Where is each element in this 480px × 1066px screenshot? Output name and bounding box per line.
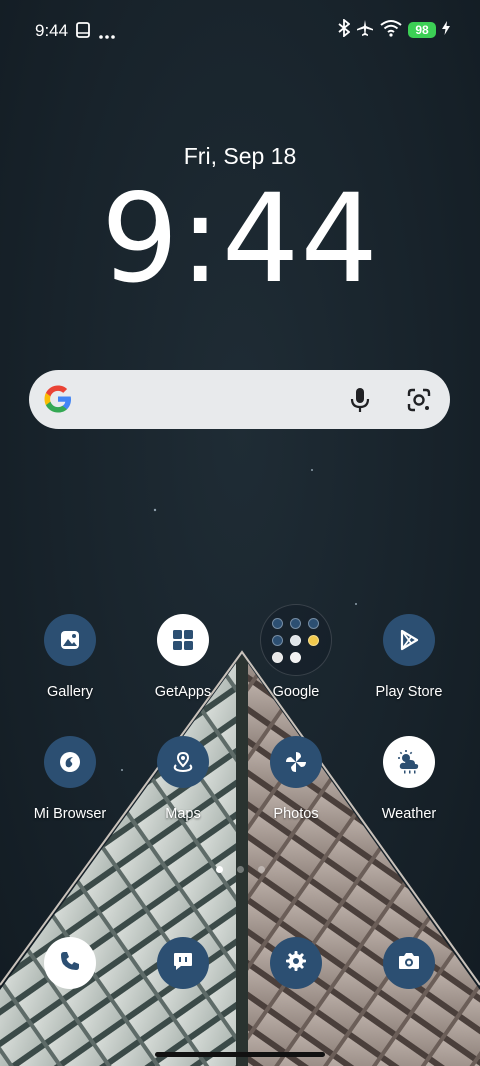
gallery-icon (44, 614, 96, 666)
mini-app-icon (272, 617, 283, 629)
battery-icon: 98 (408, 22, 436, 38)
mini-app-icon (272, 634, 283, 646)
clock-time[interactable]: 9:44 (0, 166, 480, 312)
app-label: Maps (165, 806, 201, 822)
app-label: Photos (273, 806, 319, 822)
app-photos[interactable]: Photos (241, 736, 351, 822)
mic-icon[interactable] (347, 386, 373, 419)
photos-icon (270, 736, 322, 788)
home-indicator[interactable] (155, 1052, 325, 1057)
app-label: Google (272, 684, 320, 700)
folder-icon (260, 604, 332, 676)
airplane-icon (356, 19, 374, 42)
weather-icon (383, 736, 435, 788)
mini-app-icon (290, 651, 301, 663)
phone-icon (59, 950, 81, 977)
mini-app-icon (290, 634, 301, 646)
dock-messages[interactable] (157, 937, 209, 989)
messages-icon (172, 950, 194, 977)
mini-app-icon (272, 651, 283, 663)
getapps-icon (157, 614, 209, 666)
wifi-icon (380, 19, 402, 42)
app-getapps[interactable]: GetApps (128, 614, 238, 700)
app-gallery[interactable]: Gallery (15, 614, 125, 700)
browser-icon (44, 736, 96, 788)
mini-app-icon (308, 617, 319, 629)
camera-icon (397, 950, 421, 977)
google-search-bar[interactable] (29, 370, 450, 429)
settings-icon (285, 950, 307, 977)
screenshot-icon (76, 22, 90, 43)
charging-icon (442, 20, 450, 40)
dock-phone[interactable] (44, 937, 96, 989)
maps-icon (157, 736, 209, 788)
app-label: GetApps (154, 684, 212, 700)
app-label: Play Store (375, 684, 443, 700)
app-label: Gallery (47, 684, 93, 700)
app-label: Mi Browser (33, 806, 107, 822)
app-maps[interactable]: Maps (128, 736, 238, 822)
bluetooth-icon (338, 17, 351, 42)
lens-icon[interactable] (405, 386, 433, 419)
dock-camera[interactable] (383, 937, 435, 989)
page-dot (236, 866, 244, 873)
app-folder-google[interactable]: Google (241, 604, 351, 700)
page-dot (215, 866, 223, 873)
app-weather[interactable]: Weather (354, 736, 464, 822)
page-dot (257, 866, 265, 873)
page-indicator (0, 866, 480, 873)
play-store-icon (383, 614, 435, 666)
mini-app-icon (308, 634, 319, 646)
status-bar: 9:44 98 (0, 0, 480, 62)
status-time: 9:44 (35, 21, 69, 40)
mini-app-icon (290, 617, 301, 629)
more-dots-icon (99, 27, 115, 45)
app-play-store[interactable]: Play Store (354, 614, 464, 700)
google-logo-icon (42, 383, 74, 420)
app-mi-browser[interactable]: Mi Browser (15, 736, 125, 822)
dock-settings[interactable] (270, 937, 322, 989)
app-label: Weather (381, 806, 437, 822)
